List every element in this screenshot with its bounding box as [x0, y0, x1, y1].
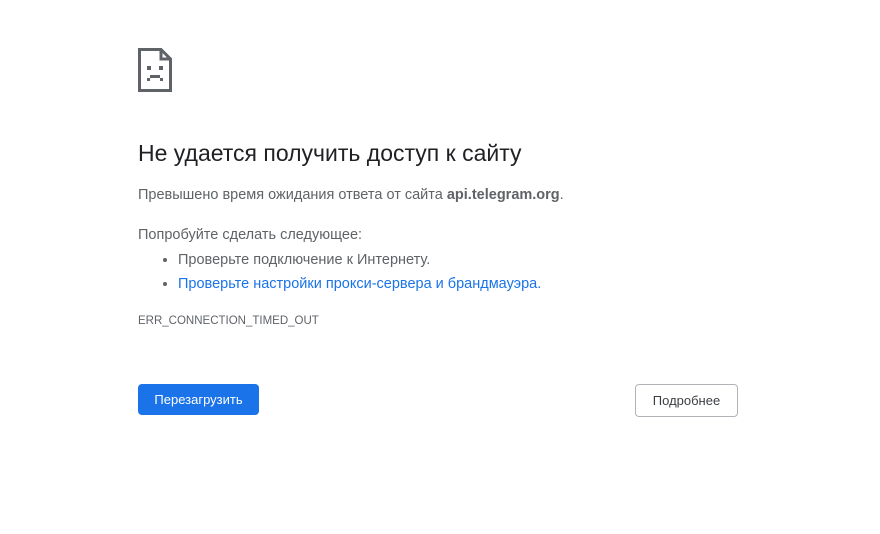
summary-text: Превышено время ожидания ответа от сайта [138, 187, 447, 203]
reload-button[interactable]: Перезагрузить [138, 384, 259, 415]
details-button[interactable]: Подробнее [635, 384, 738, 417]
page-title: Не удается получить доступ к сайту [138, 140, 522, 166]
suggestions-list: Проверьте подключение к Интернету. Прове… [138, 248, 541, 296]
suggestion-item: Проверьте подключение к Интернету. [178, 248, 541, 272]
sad-page-icon [138, 48, 172, 92]
summary-suffix: . [559, 187, 564, 203]
suggestion-text: Проверьте подключение к Интернету. [178, 252, 431, 268]
summary-host: api.telegram.org [446, 187, 560, 203]
error-code: ERR_CONNECTION_TIMED_OUT [138, 315, 319, 327]
error-page: Не удается получить доступ к сайту Превы… [0, 0, 880, 534]
error-summary: Превышено время ожидания ответа от сайта… [138, 187, 564, 203]
proxy-settings-link[interactable]: Проверьте настройки прокси-сервера и бра… [178, 276, 541, 292]
suggestion-item: Проверьте настройки прокси-сервера и бра… [178, 272, 541, 296]
suggestions-heading: Попробуйте сделать следующее: [138, 227, 363, 243]
